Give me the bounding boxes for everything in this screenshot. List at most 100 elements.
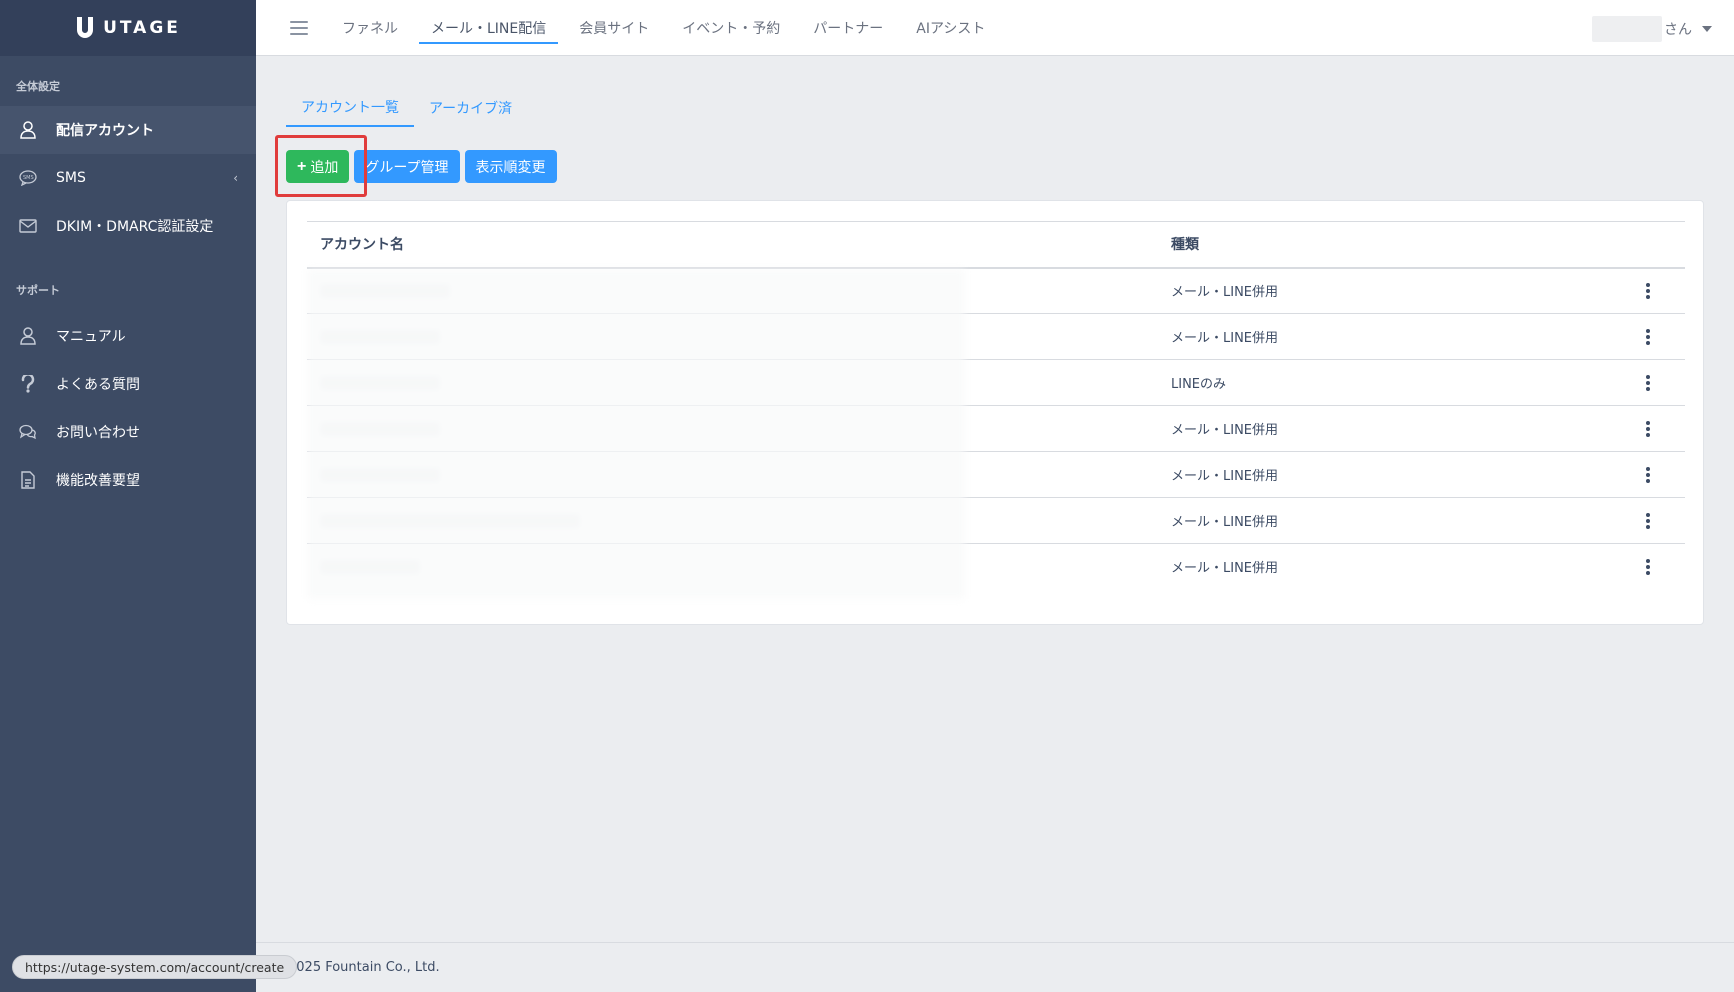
toolbar: + 追加 グループ管理 表示順変更 [286, 150, 557, 183]
sidebar-item-label: お問い合わせ [56, 425, 140, 441]
account-kind-cell: メール・LINE併用 [1171, 497, 1611, 544]
sidebar-item-dkim-dmarc[interactable]: DKIM・DMARC認証設定 [0, 202, 256, 250]
account-kind-cell: メール・LINE併用 [1171, 405, 1611, 452]
account-name-redacted [320, 513, 580, 528]
user-icon [18, 326, 38, 346]
copyright-text: 2025 Fountain Co., Ltd. [288, 960, 440, 975]
account-name-redacted [320, 559, 420, 574]
user-suffix: さん [1664, 22, 1692, 38]
kebab-menu-icon[interactable] [1646, 374, 1650, 391]
nav-member-site[interactable]: 会員サイト [567, 0, 661, 56]
account-kind-cell: LINEのみ [1171, 359, 1611, 406]
table-row[interactable]: メール・LINE併用 [307, 267, 1685, 314]
sidebar-item-faq[interactable]: よくある質問 [0, 360, 256, 408]
add-button-label: 追加 [310, 158, 339, 175]
brand[interactable]: UTAGE [0, 0, 256, 56]
account-kind-cell: メール・LINE併用 [1171, 267, 1611, 314]
document-icon [18, 470, 38, 490]
account-name-redacted [320, 467, 440, 482]
table-row[interactable]: メール・LINE併用 [307, 313, 1685, 360]
table-row[interactable]: メール・LINE併用 [307, 405, 1685, 452]
sidebar-item-manual[interactable]: マニュアル [0, 312, 256, 360]
kebab-menu-icon[interactable] [1646, 282, 1650, 299]
sms-icon: SMS [18, 168, 38, 188]
account-kind-cell: メール・LINE併用 [1171, 561, 1279, 577]
chat-icon [18, 422, 38, 442]
row-actions-cell [1611, 359, 1685, 406]
sidebar-item-label: 機能改善要望 [56, 473, 140, 489]
account-kind-cell: メール・LINE併用 [1171, 313, 1611, 360]
account-kind-cell: メール・LINE併用 [1171, 451, 1611, 498]
sidebar-item-label: DKIM・DMARC認証設定 [56, 219, 214, 235]
row-actions-cell [1611, 544, 1685, 590]
row-actions-cell [1611, 313, 1685, 360]
account-name-cell[interactable] [307, 544, 1171, 590]
user-name-redacted [1592, 16, 1662, 42]
account-name-cell[interactable] [307, 313, 1171, 360]
mail-icon [18, 216, 38, 236]
column-actions [1611, 221, 1685, 269]
kebab-menu-icon[interactable] [1646, 466, 1650, 483]
sidebar-item-label: よくある質問 [56, 377, 140, 393]
caret-down-icon [1702, 26, 1712, 32]
kebab-menu-icon[interactable] [1646, 420, 1650, 437]
group-manage-button[interactable]: グループ管理 [354, 150, 460, 183]
row-actions-cell [1611, 267, 1685, 314]
table-row[interactable]: メール・LINE併用 [307, 451, 1685, 498]
account-tabs: アカウント一覧 アーカイブ済 [286, 88, 527, 127]
nav-mail-line[interactable]: メール・LINE配信 [419, 0, 559, 56]
sidebar-item-label: 配信アカウント [56, 123, 154, 139]
account-name-cell[interactable] [307, 359, 1171, 406]
kebab-menu-icon[interactable] [1646, 328, 1650, 345]
kebab-menu-icon[interactable] [1646, 558, 1650, 575]
account-name-cell[interactable] [307, 451, 1171, 498]
account-table: アカウント名 種類 メール・LINE併用 メール・LINE併用 LINEのみ メール・… [307, 221, 1685, 590]
sidebar-section-settings: 全体設定 [16, 80, 60, 93]
account-name-cell[interactable] [307, 405, 1171, 452]
account-name-redacted [320, 329, 440, 344]
top-header: ファネル メール・LINE配信 会員サイト イベント・予約 パートナー AIアシ… [256, 0, 1734, 56]
column-kind: 種類 [1171, 221, 1611, 269]
sidebar-item-feature-request[interactable]: 機能改善要望 [0, 456, 256, 504]
utage-logo-icon [75, 17, 95, 39]
account-name-cell[interactable] [307, 497, 1171, 544]
sidebar-item-label: マニュアル [56, 329, 126, 345]
sidebar-item-contact[interactable]: お問い合わせ [0, 408, 256, 456]
sidebar-section-support: サポート [16, 284, 60, 297]
row-actions-cell [1611, 451, 1685, 498]
account-name-cell[interactable] [307, 267, 1171, 314]
tab-account-list[interactable]: アカウント一覧 [286, 88, 414, 127]
chevron-left-icon: ‹ [233, 171, 238, 185]
display-order-button[interactable]: 表示順変更 [464, 150, 557, 183]
table-row[interactable]: メール・LINE併用 [307, 497, 1685, 544]
nav-partner[interactable]: パートナー [801, 0, 895, 56]
user-menu[interactable]: さん [1592, 16, 1712, 42]
kebab-menu-icon[interactable] [1646, 512, 1650, 529]
table-row[interactable]: LINEのみ [307, 359, 1685, 406]
row-actions-cell [1611, 497, 1685, 544]
footer [256, 942, 1734, 992]
sidebar-item-label: SMS [56, 170, 86, 186]
user-icon [18, 120, 38, 140]
column-account-name: アカウント名 [307, 221, 1171, 269]
account-list-card: アカウント名 種類 メール・LINE併用 メール・LINE併用 LINEのみ メール・… [286, 200, 1704, 625]
nav-funnel[interactable]: ファネル [330, 0, 410, 56]
account-name-redacted [320, 283, 450, 298]
table-header-row: アカウント名 種類 [307, 221, 1685, 269]
svg-text:SMS: SMS [23, 175, 34, 181]
nav-ai-assist[interactable]: AIアシスト [904, 0, 997, 56]
add-button[interactable]: + 追加 [286, 150, 350, 183]
row-actions-cell [1611, 405, 1685, 452]
question-icon [18, 374, 38, 394]
plus-icon: + [297, 157, 307, 175]
account-name-redacted [320, 375, 440, 390]
sidebar-item-delivery-account[interactable]: 配信アカウント [0, 106, 256, 154]
brand-name: UTAGE [103, 18, 181, 38]
sidebar-item-sms[interactable]: SMS SMS ‹ [0, 154, 256, 202]
nav-event-reservation[interactable]: イベント・予約 [670, 0, 792, 56]
table-row[interactable]: メール・LINE併用 [307, 544, 1685, 590]
browser-status-url: https://utage-system.com/account/create [12, 955, 298, 979]
hamburger-menu-icon[interactable] [290, 20, 308, 35]
tab-archived[interactable]: アーカイブ済 [414, 88, 527, 127]
account-name-redacted [320, 421, 440, 436]
